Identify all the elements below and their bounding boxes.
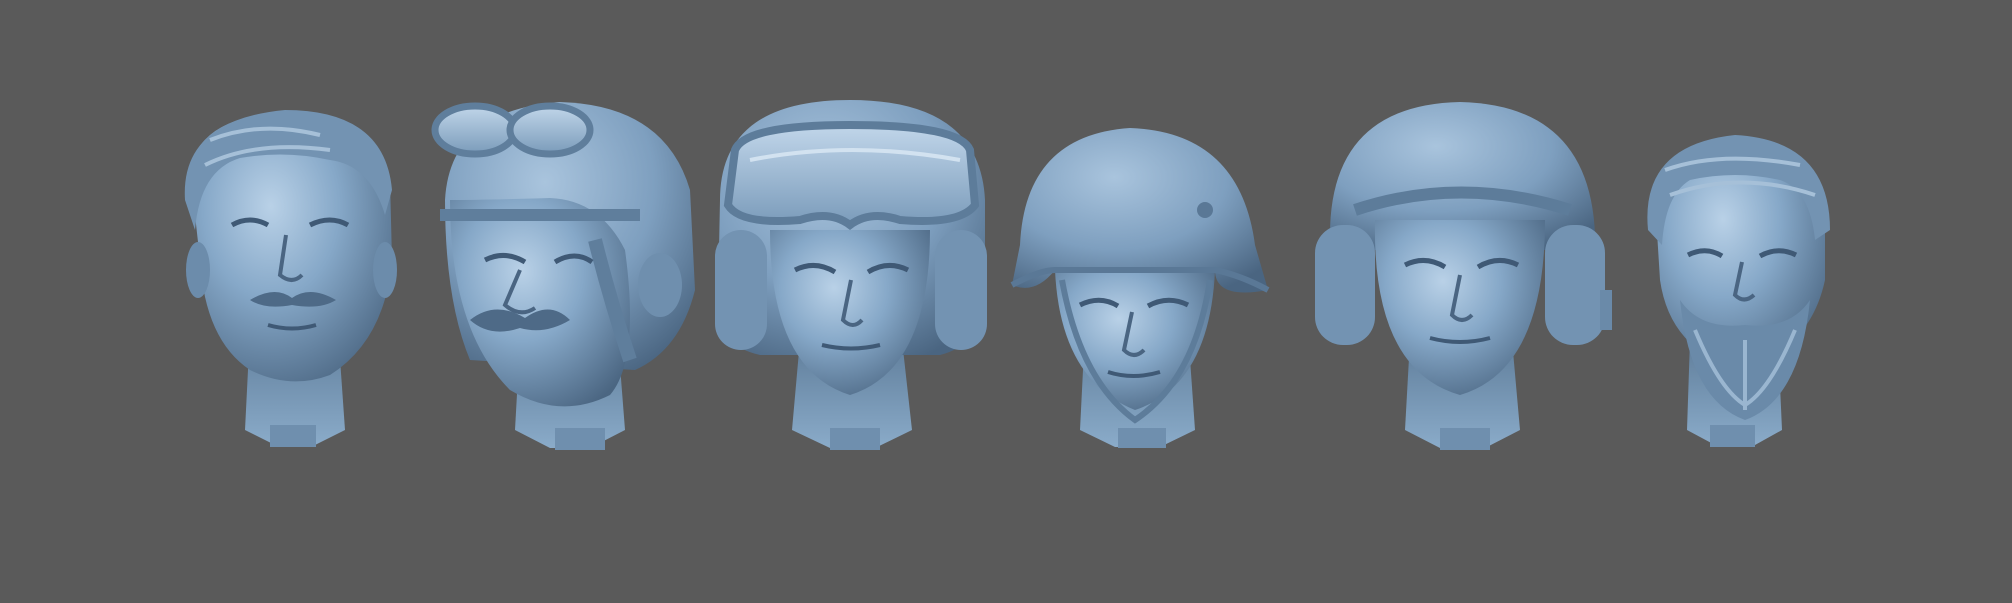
render-viewport[interactable] [0,0,2012,603]
head-model-stahlhelm[interactable] [1010,128,1270,448]
head-model-beard-hair[interactable] [1647,135,1830,447]
head-model-mustache-hair[interactable] [184,110,397,447]
head-model-aviator-goggles[interactable] [431,102,695,450]
model-scene [184,100,1830,450]
head-model-tanker-goggles[interactable] [715,100,987,450]
head-model-tanker-headset[interactable] [1315,102,1612,450]
